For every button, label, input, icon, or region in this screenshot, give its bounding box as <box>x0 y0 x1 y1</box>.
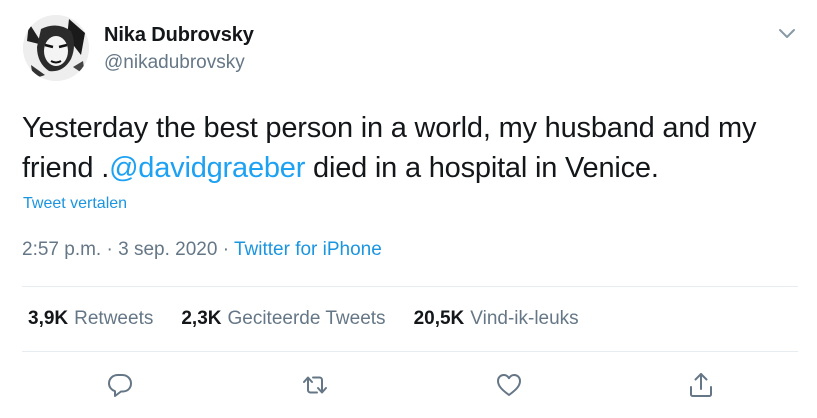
tweet-source[interactable]: Twitter for iPhone <box>234 239 382 260</box>
retweet-icon[interactable] <box>300 370 330 400</box>
meta-separator: · <box>217 239 234 260</box>
chevron-down-icon[interactable] <box>776 22 798 44</box>
tweet-text: Yesterday the best person in a world, my… <box>22 108 802 188</box>
likes-count: 20,5K <box>413 308 465 329</box>
avatar-image <box>23 15 89 81</box>
retweets-stat[interactable]: 3,9K Retweets <box>28 308 153 330</box>
tweet-card: Nika Dubrovsky @nikadubrovsky Yesterday … <box>0 0 817 418</box>
author-handle[interactable]: @nikadubrovsky <box>104 52 245 74</box>
likes-stat[interactable]: 20,5K Vind-ik-leuks <box>414 308 579 330</box>
tweet-date[interactable]: 3 sep. 2020 <box>118 239 217 260</box>
divider <box>22 351 798 352</box>
retweets-label: Retweets <box>74 308 154 329</box>
likes-label: Vind-ik-leuks <box>470 308 579 329</box>
reply-icon[interactable] <box>105 370 135 400</box>
mention-link[interactable]: @davidgraeber <box>109 152 305 184</box>
retweets-count: 3,9K <box>28 308 69 329</box>
tweet-meta: 2:57 p.m. · 3 sep. 2020 · Twitter for iP… <box>22 239 382 261</box>
avatar[interactable] <box>23 15 89 81</box>
author-name[interactable]: Nika Dubrovsky <box>104 24 254 47</box>
quote-tweets-stat[interactable]: 2,3K Geciteerde Tweets <box>181 308 385 330</box>
heart-icon[interactable] <box>494 370 524 400</box>
quotes-count: 2,3K <box>181 308 222 329</box>
tweet-text-after: died in a hospital in Venice. <box>305 152 659 184</box>
tweet-stats: 3,9K Retweets 2,3K Geciteerde Tweets 20,5K… <box>28 308 607 330</box>
translate-tweet-link[interactable]: Tweet vertalen <box>23 195 127 213</box>
share-icon[interactable] <box>686 370 716 400</box>
divider <box>22 286 798 287</box>
quotes-label: Geciteerde Tweets <box>227 308 386 329</box>
tweet-time[interactable]: 2:57 p.m. <box>22 239 101 260</box>
meta-separator: · <box>101 239 119 260</box>
